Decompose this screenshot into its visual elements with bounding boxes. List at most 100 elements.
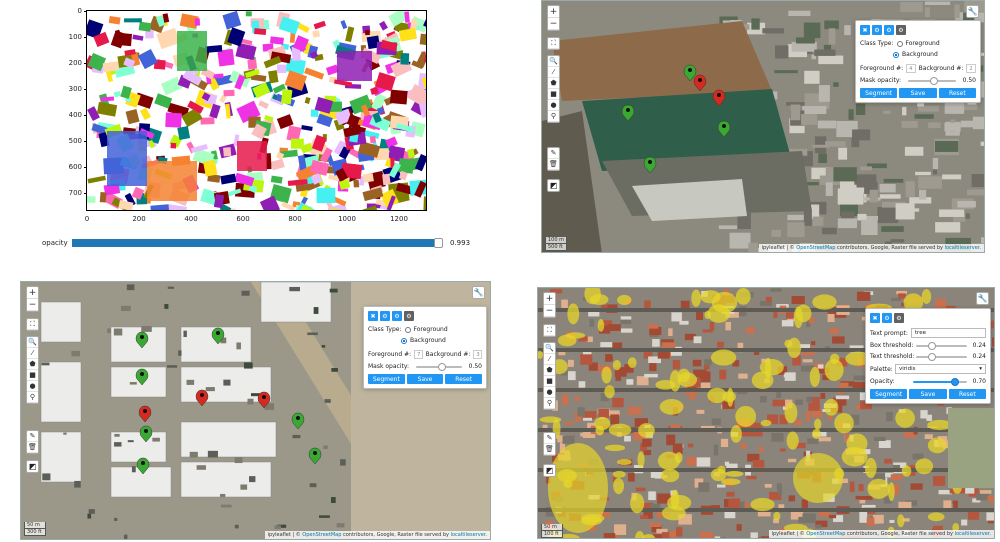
mask-segment — [124, 18, 142, 23]
reset-button[interactable]: Reset — [938, 88, 976, 98]
slider-handle[interactable] — [929, 76, 938, 85]
background-radio[interactable] — [893, 51, 899, 58]
osm-link[interactable]: OpenStreetMap — [302, 532, 341, 538]
circle-icon[interactable]: ● — [548, 100, 559, 111]
slider-handle[interactable] — [437, 362, 446, 371]
polyline-icon[interactable]: ⁄ — [27, 348, 38, 359]
gear-icon[interactable]: ⚙ — [380, 311, 390, 321]
localtileserver-link[interactable]: localtileserver — [945, 245, 980, 251]
wrench-icon[interactable]: 🔧 — [966, 5, 979, 18]
marker-icon[interactable]: ⚲ — [27, 392, 38, 403]
search-icon[interactable]: 🔍 — [548, 56, 559, 67]
slider-handle[interactable] — [928, 341, 936, 350]
text-threshold-slider[interactable] — [916, 352, 967, 361]
segment-button[interactable]: Segment — [860, 88, 898, 98]
circle-icon[interactable]: ● — [544, 387, 555, 398]
edit-icon[interactable]: ✎ — [27, 431, 38, 442]
wrench-icon[interactable]: 🔧 — [472, 286, 485, 299]
mask-segment — [223, 89, 235, 97]
foreground-count-field[interactable]: 4 — [906, 64, 916, 73]
close-icon[interactable]: ✖ — [368, 311, 378, 321]
scale-bar: 50 m 300 ft — [24, 522, 46, 536]
zoom-out-button[interactable]: − — [27, 299, 38, 311]
osm-link[interactable]: OpenStreetMap — [806, 531, 845, 537]
class-type-label: Class Type: — [860, 40, 894, 47]
slider-handle[interactable] — [928, 352, 936, 361]
zoom-in-button[interactable]: + — [548, 6, 559, 18]
settings-icon[interactable]: ⚙ — [884, 25, 894, 35]
edit-icon[interactable]: ✎ — [548, 148, 559, 159]
edit-icon[interactable]: ✎ — [544, 433, 555, 444]
background-count-field[interactable]: 3 — [473, 350, 482, 359]
background-count-field[interactable]: 2 — [966, 64, 976, 73]
settings-icon[interactable]: ⚙ — [392, 311, 402, 321]
tools-icon[interactable]: ⚙ — [896, 25, 906, 35]
save-button[interactable]: Save — [899, 88, 937, 98]
foreground-radio[interactable] — [896, 40, 903, 47]
gear-icon[interactable]: ⚙ — [882, 313, 892, 323]
edit-toolbar: ✎ 🗑 — [547, 147, 560, 171]
close-icon[interactable]: ✖ — [870, 313, 880, 323]
rectangle-icon[interactable]: ■ — [544, 376, 555, 387]
osm-link[interactable]: OpenStreetMap — [796, 245, 835, 251]
trash-icon[interactable]: 🗑 — [548, 159, 559, 170]
map-salt-ponds[interactable]: + − ⛶ 🔍 ⁄ ⬟ ■ ● ⚲ ✎ 🗑 ◩ 🔧 ✖ ⚙ ⚙ ⚙ Class … — [541, 0, 985, 253]
fullscreen-icon[interactable]: ⛶ — [544, 325, 555, 336]
marker-icon[interactable]: ⚲ — [548, 111, 559, 122]
polygon-icon[interactable]: ⬟ — [27, 359, 38, 370]
rectangle-icon[interactable]: ■ — [27, 370, 38, 381]
polygon-icon[interactable]: ⬟ — [548, 78, 559, 89]
layers-icon[interactable]: ◩ — [543, 464, 556, 477]
zoom-out-button[interactable]: − — [548, 18, 559, 30]
mask-opacity-slider[interactable] — [907, 76, 956, 85]
gear-icon[interactable]: ⚙ — [872, 25, 882, 35]
localtileserver-link[interactable]: localtileserver — [451, 532, 486, 538]
polyline-icon[interactable]: ⁄ — [544, 354, 555, 365]
edit-toolbar: ✎ 🗑 — [26, 430, 39, 454]
zoom-in-button[interactable]: + — [27, 287, 38, 299]
save-button[interactable]: Save — [909, 389, 947, 399]
reset-button[interactable]: Reset — [948, 389, 986, 399]
wrench-icon[interactable]: 🔧 — [976, 292, 989, 305]
segment-button[interactable]: Segment — [368, 374, 405, 384]
mask-opacity-slider[interactable] — [415, 362, 462, 371]
reset-button[interactable]: Reset — [445, 374, 483, 384]
opacity-slider-track[interactable] — [72, 239, 441, 247]
mask-segment — [220, 173, 237, 185]
search-icon[interactable]: 🔍 — [27, 337, 38, 348]
search-icon[interactable]: 🔍 — [544, 343, 555, 354]
background-radio[interactable] — [401, 337, 407, 344]
box-threshold-slider[interactable] — [916, 341, 967, 350]
opacity-slider-handle[interactable] — [434, 238, 444, 248]
marker-icon[interactable]: ⚲ — [544, 398, 555, 409]
close-icon[interactable]: ✖ — [860, 25, 870, 35]
tools-icon[interactable]: ⚙ — [404, 311, 414, 321]
segment-button[interactable]: Segment — [870, 389, 908, 399]
trash-icon[interactable]: 🗑 — [27, 442, 38, 453]
mask-segment — [194, 18, 201, 26]
mask-segment — [150, 204, 170, 210]
rectangle-icon[interactable]: ■ — [548, 89, 559, 100]
polyline-icon[interactable]: ⁄ — [548, 67, 559, 78]
opacity-slider[interactable] — [913, 377, 967, 386]
localtileserver-link[interactable]: localtileserver — [955, 531, 990, 537]
tools-icon[interactable]: ⚙ — [894, 313, 904, 323]
polygon-icon[interactable]: ⬟ — [544, 365, 555, 376]
fullscreen-icon[interactable]: ⛶ — [27, 319, 38, 330]
box-threshold-label: Box threshold: — [870, 342, 914, 349]
layers-icon[interactable]: ◩ — [547, 179, 560, 192]
palette-select[interactable]: viridis ▾ — [895, 364, 986, 374]
save-button[interactable]: Save — [406, 374, 444, 384]
zoom-out-button[interactable]: − — [544, 305, 555, 317]
slider-handle[interactable] — [951, 377, 959, 386]
trash-icon[interactable]: 🗑 — [544, 444, 555, 455]
map-warehouses[interactable]: + − ⛶ 🔍 ⁄ ⬟ ■ ● ⚲ ✎ 🗑 ◩ 🔧 ✖ ⚙ ⚙ ⚙ Class … — [20, 281, 491, 540]
foreground-count-field[interactable]: 7 — [414, 350, 423, 359]
zoom-in-button[interactable]: + — [544, 293, 555, 305]
layers-icon[interactable]: ◩ — [26, 460, 39, 473]
foreground-radio[interactable] — [404, 326, 411, 333]
text-prompt-input[interactable]: tree — [910, 328, 986, 338]
fullscreen-icon[interactable]: ⛶ — [548, 38, 559, 49]
circle-icon[interactable]: ● — [27, 381, 38, 392]
map-tree-segmentation[interactable]: + − ⛶ 🔍 ⁄ ⬟ ■ ● ⚲ ✎ 🗑 ◩ 🔧 ✖ ⚙ ⚙ Text pro… — [537, 287, 995, 539]
